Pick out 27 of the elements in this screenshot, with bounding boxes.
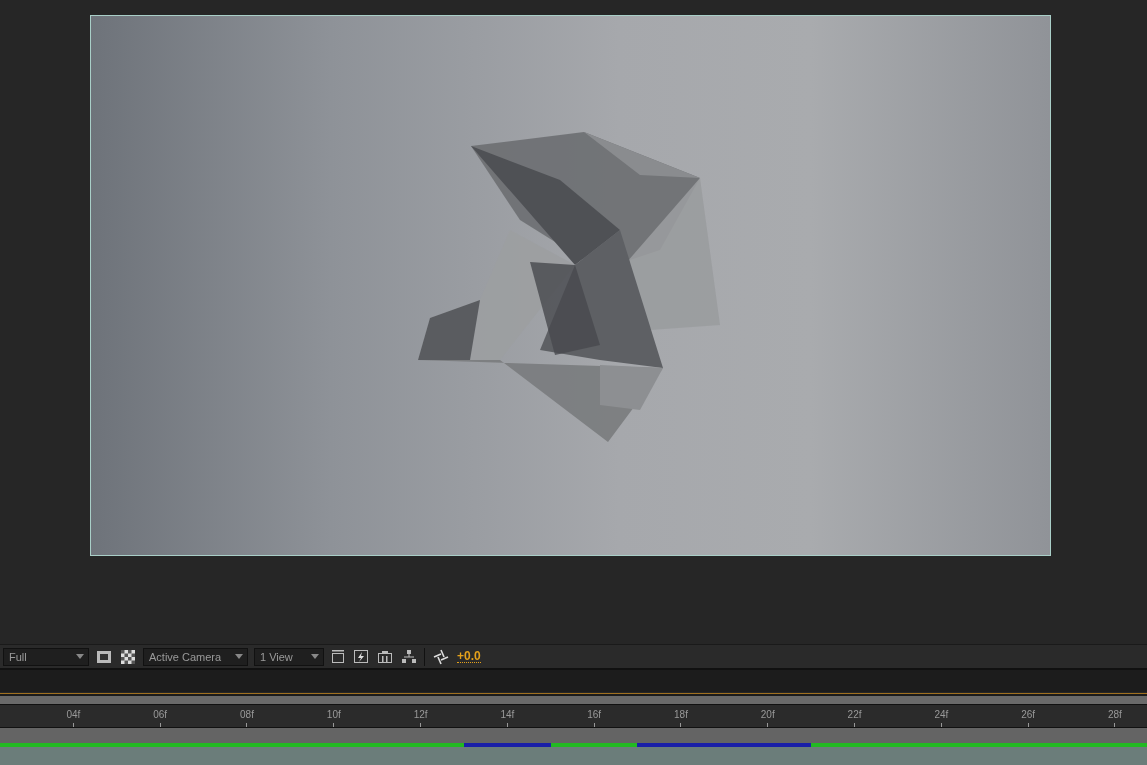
resolution-dropdown[interactable]: Full xyxy=(3,647,89,666)
ruler-label: 20f xyxy=(760,709,775,721)
caret-icon xyxy=(311,654,319,659)
ruler-label: 24f xyxy=(934,709,949,721)
region-of-interest-icon[interactable] xyxy=(97,650,111,663)
view-layout-dropdown[interactable]: 1 View xyxy=(254,647,324,666)
ruler-label: 08f xyxy=(240,709,254,721)
ruler-label: 12f xyxy=(413,709,428,721)
exposure-value[interactable]: +0.0 xyxy=(457,650,481,663)
ruler-label: 28f xyxy=(1108,709,1122,721)
ruler-label: 16f xyxy=(587,709,602,721)
ruler-label: 26f xyxy=(1021,709,1036,721)
ruler-label: 22f xyxy=(847,709,862,721)
ruler-label: 04f xyxy=(66,709,81,721)
caret-icon xyxy=(235,654,243,659)
shutter-icon[interactable] xyxy=(433,648,449,665)
camera-dropdown[interactable]: Active Camera xyxy=(143,647,248,666)
fast-preview-icon[interactable] xyxy=(354,649,368,664)
ruler-label: 14f xyxy=(500,709,515,721)
checkerboard-icon[interactable] xyxy=(121,649,135,664)
time-ruler[interactable]: 04f 06f 08f 10f 12f 14f 16f 18f 20f 22f 24f 26f 28f xyxy=(0,704,1147,728)
ruler-label: 06f xyxy=(153,709,168,721)
ruler-label: 10f xyxy=(326,709,341,721)
ruler-label: 18f xyxy=(674,709,688,721)
flowchart-icon[interactable] xyxy=(402,650,416,663)
caret-icon xyxy=(76,654,84,659)
window-icon[interactable] xyxy=(332,650,344,663)
